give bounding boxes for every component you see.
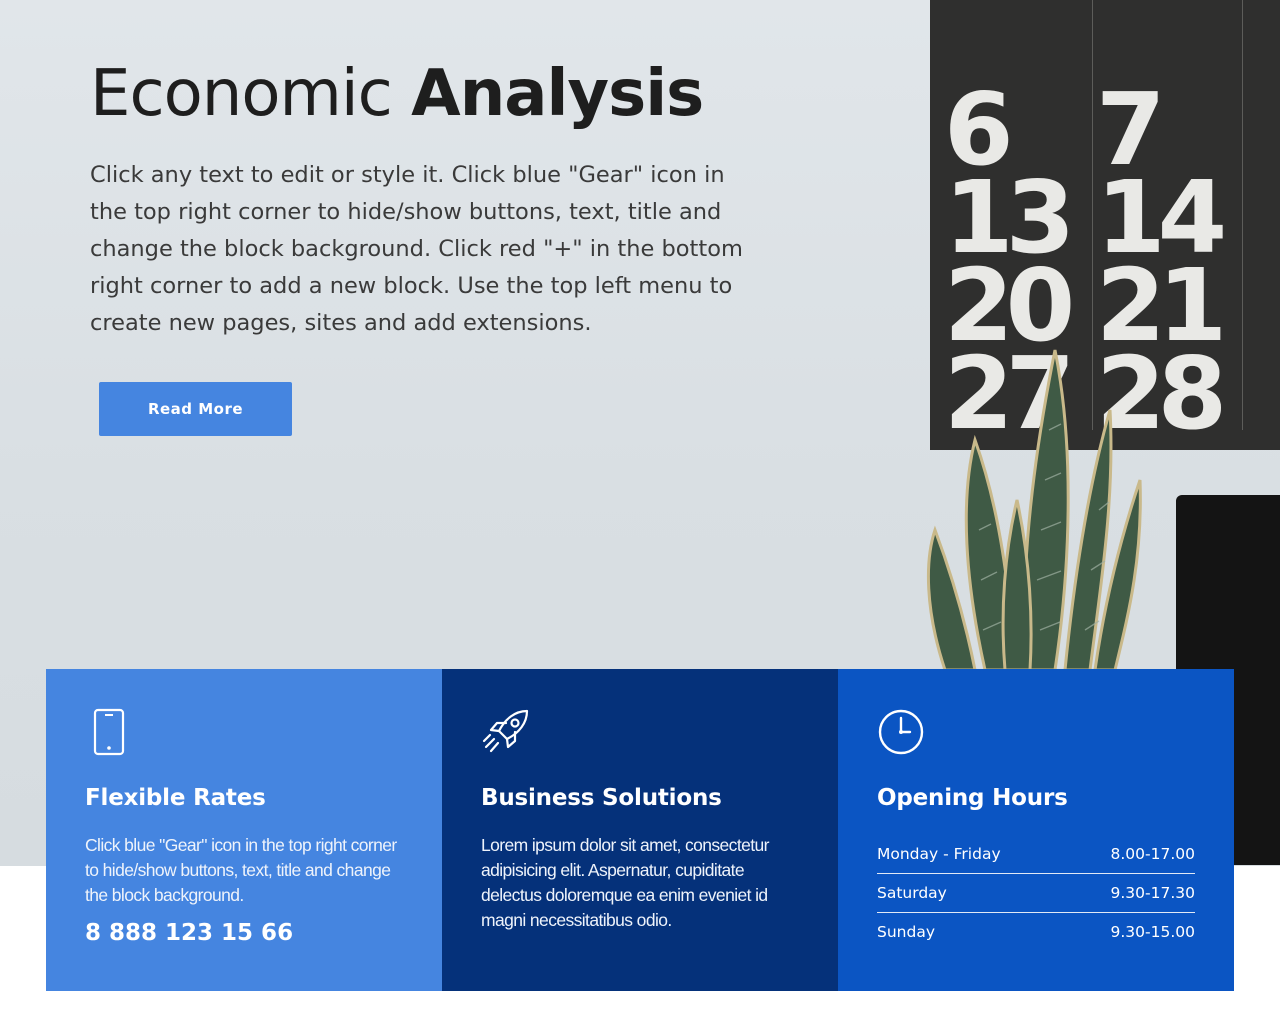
hours-day: Saturday [877, 883, 947, 902]
clock-icon [878, 709, 924, 755]
title-bold: Analysis [411, 57, 704, 131]
opening-hours-table: Monday - Friday 8.00-17.00 Saturday 9.30… [877, 835, 1195, 951]
card-text: Lorem ipsum dolor sit amet, consectetur … [481, 834, 769, 930]
card-title: Business Solutions [481, 785, 722, 811]
features-section: Flexible Rates Click blue "Gear" icon in… [46, 669, 1234, 991]
card-title: Flexible Rates [85, 785, 266, 811]
hours-row: Monday - Friday 8.00-17.00 [877, 835, 1195, 874]
feature-card-flexible-rates: Flexible Rates Click blue "Gear" icon in… [46, 669, 442, 991]
page-title: Economic Analysis [90, 57, 704, 132]
hours-day: Sunday [877, 922, 935, 941]
feature-card-business-solutions: Business Solutions Lorem ipsum dolor sit… [442, 669, 838, 991]
calendar-divider [1242, 0, 1243, 430]
hours-day: Monday - Friday [877, 844, 1001, 863]
hours-time: 9.30-17.30 [1110, 883, 1195, 902]
hero-description: Click any text to edit or style it. Clic… [90, 162, 743, 336]
phone-number[interactable]: 8 888 123 15 66 [85, 920, 404, 946]
card-title: Opening Hours [877, 785, 1068, 811]
feature-card-opening-hours: Opening Hours Monday - Friday 8.00-17.00… [838, 669, 1234, 991]
hours-row: Sunday 9.30-15.00 [877, 913, 1195, 951]
read-more-button[interactable]: Read More [99, 382, 292, 436]
hours-time: 9.30-15.00 [1110, 922, 1195, 941]
title-light: Economic [90, 57, 393, 131]
card-text: Click blue "Gear" icon in the top right … [85, 834, 397, 905]
snake-plant-image [926, 349, 1142, 670]
hours-time: 8.00-17.00 [1110, 844, 1195, 863]
hours-row: Saturday 9.30-17.30 [877, 874, 1195, 913]
rocket-icon [482, 709, 529, 753]
mobile-phone-icon [93, 708, 125, 756]
